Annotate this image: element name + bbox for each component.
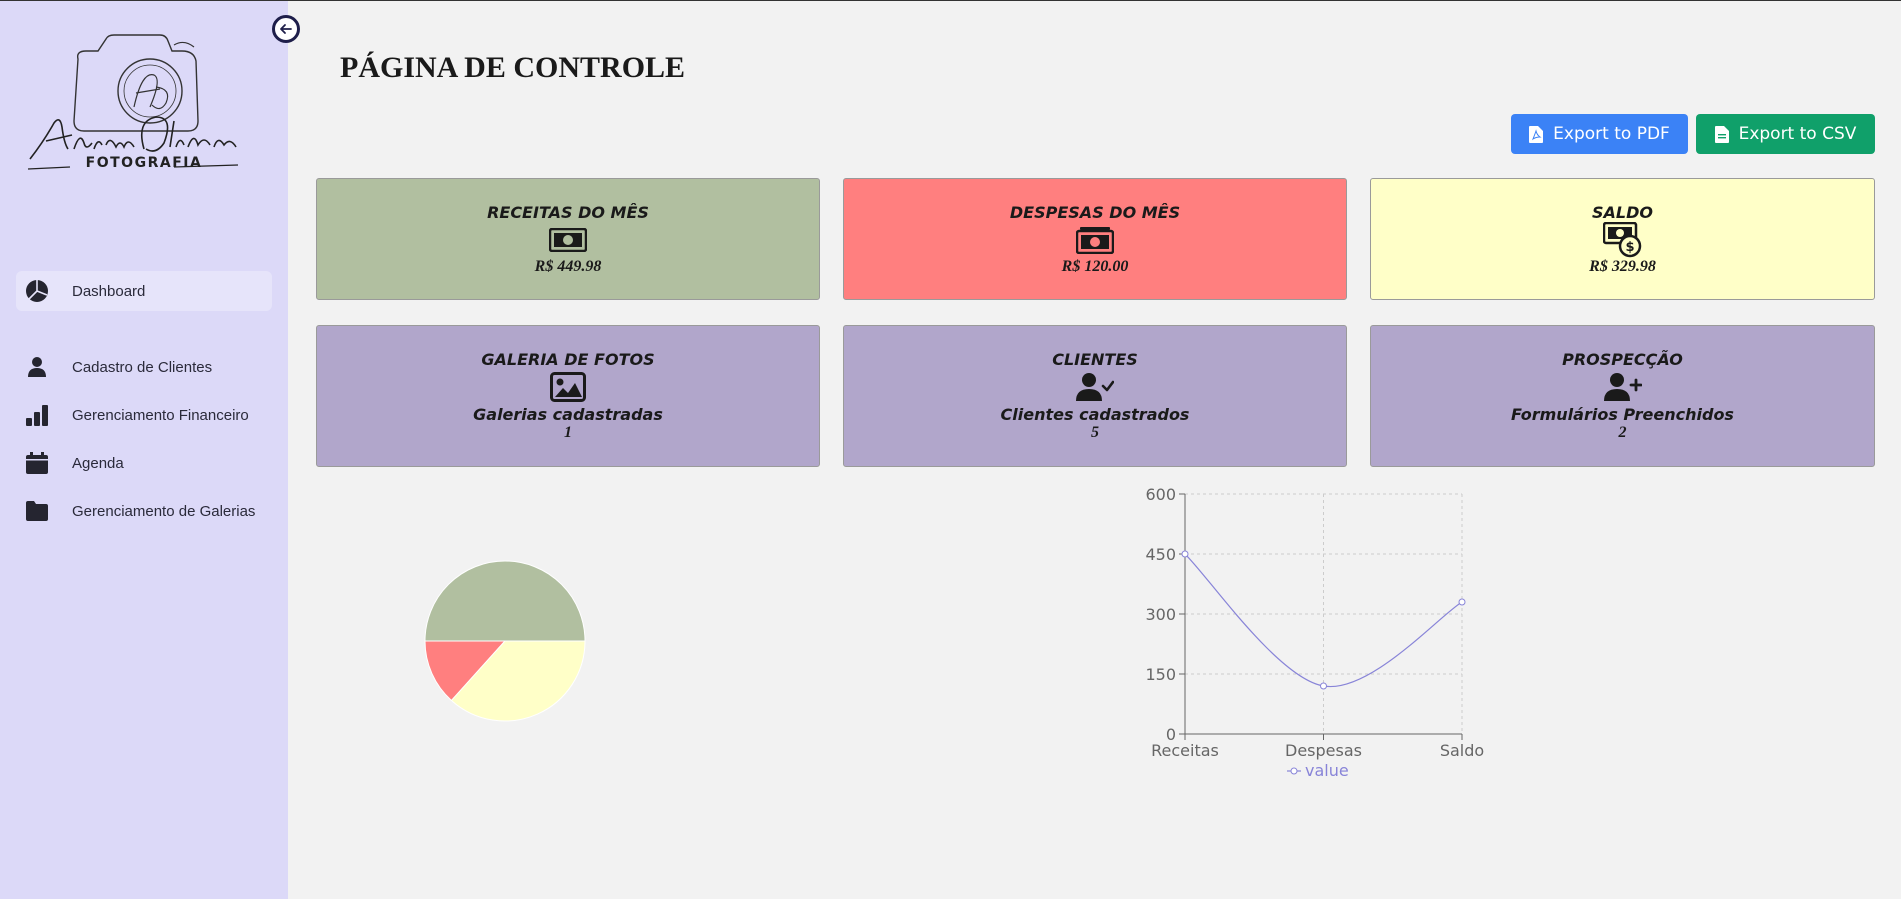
- card-title: RECEITAS DO MÊS: [487, 203, 649, 222]
- y-tick-label: 150: [1145, 665, 1176, 684]
- user-check-icon: [1076, 371, 1114, 403]
- x-tick-label: Receitas: [1151, 741, 1219, 760]
- sidebar-item-galerias[interactable]: Gerenciamento de Galerias: [16, 491, 272, 531]
- sidebar-item-clientes[interactable]: Cadastro de Clientes: [16, 347, 272, 387]
- sidebar: FOTOGRAFIA Dashboard Cadastro de Cliente…: [0, 1, 288, 899]
- folder-icon: [24, 498, 50, 524]
- export-csv-label: Export to CSV: [1738, 124, 1857, 144]
- image-icon: [550, 371, 586, 403]
- card-title: PROSPECÇÃO: [1562, 350, 1683, 369]
- sidebar-item-label: Agenda: [72, 454, 124, 472]
- card-prospeccao: PROSPECÇÃO Formulários Preenchidos 2: [1370, 325, 1875, 467]
- line-chart: 0150300450600Receitas Despesas Saldovalue: [1145, 486, 1484, 780]
- sidebar-item-agenda[interactable]: Agenda: [16, 443, 272, 483]
- card-title: SALDO: [1592, 203, 1653, 222]
- card-title: GALERIA DE FOTOS: [481, 350, 655, 369]
- card-title: DESPESAS DO MÊS: [1009, 203, 1181, 222]
- legend-label: value: [1305, 761, 1349, 780]
- sidebar-item-financeiro[interactable]: Gerenciamento Financeiro: [16, 395, 272, 435]
- export-pdf-label: Export to PDF: [1553, 124, 1670, 144]
- card-receitas: RECEITAS DO MÊS R$ 449.98: [316, 178, 820, 300]
- arrow-left-icon: [280, 24, 292, 34]
- card-clientes: CLIENTES Clientes cadastrados 5: [843, 325, 1347, 467]
- card-value: 2: [1618, 424, 1627, 441]
- card-despesas: DESPESAS DO MÊS R$ 120.00: [843, 178, 1347, 300]
- card-subtitle: Formulários Preenchidos: [1511, 405, 1734, 424]
- data-point: [1181, 550, 1189, 558]
- sidebar-item-label: Cadastro de Clientes: [72, 358, 213, 376]
- export-csv-button[interactable]: Export to CSV: [1696, 114, 1875, 154]
- pie-slice-receitas: [424, 560, 586, 642]
- card-value: R$ 449.98: [534, 258, 602, 275]
- card-value: 5: [1091, 424, 1099, 441]
- user-icon: [24, 354, 50, 380]
- money-bills-icon: [1076, 224, 1114, 256]
- sidebar-item-label: Dashboard: [72, 282, 146, 300]
- sidebar-item-label: Gerenciamento de Galerias: [72, 502, 256, 520]
- card-value: R$ 120.00: [1061, 258, 1129, 275]
- y-tick-label: 450: [1145, 545, 1176, 564]
- card-galeria: GALERIA DE FOTOS Galerias cadastradas 1: [316, 325, 820, 467]
- csv-file-icon: [1714, 125, 1729, 143]
- calendar-icon: [24, 450, 50, 476]
- y-tick-label: 600: [1145, 486, 1176, 504]
- card-subtitle: Galerias cadastradas: [473, 405, 663, 424]
- card-subtitle: Clientes cadastrados: [1000, 405, 1190, 424]
- card-saldo: SALDO $ R$ 329.98: [1370, 178, 1875, 300]
- pie-chart-icon: [24, 278, 50, 304]
- svg-text:$: $: [1625, 240, 1634, 255]
- sidebar-item-label: Gerenciamento Financeiro: [72, 406, 249, 424]
- bar-chart-icon: [24, 402, 50, 428]
- card-value: R$ 329.98: [1589, 258, 1656, 275]
- logo-subtitle: FOTOGRAFIA: [85, 155, 203, 171]
- data-point: [1458, 598, 1466, 606]
- logo: FOTOGRAFIA: [24, 31, 264, 211]
- camera-logo-icon: [27, 34, 239, 170]
- pie-chart: [424, 560, 586, 722]
- x-tick-label: Saldo: [1440, 741, 1484, 760]
- sidebar-item-dashboard[interactable]: Dashboard: [16, 271, 272, 311]
- y-tick-label: 300: [1145, 605, 1176, 624]
- money-bill-icon: [549, 224, 587, 256]
- export-pdf-button[interactable]: Export to PDF: [1511, 114, 1688, 154]
- x-tick-label: Despesas: [1285, 741, 1362, 760]
- data-point: [1320, 682, 1327, 690]
- user-plus-icon: [1603, 371, 1642, 403]
- money-check-dollar-icon: $: [1602, 222, 1643, 258]
- card-value: 1: [564, 424, 572, 441]
- legend-marker: [1290, 767, 1298, 775]
- pdf-file-icon: [1529, 125, 1544, 143]
- card-title: CLIENTES: [1052, 350, 1138, 369]
- collapse-sidebar-button[interactable]: [272, 15, 300, 43]
- page-title: PÁGINA DE CONTROLE: [340, 51, 686, 84]
